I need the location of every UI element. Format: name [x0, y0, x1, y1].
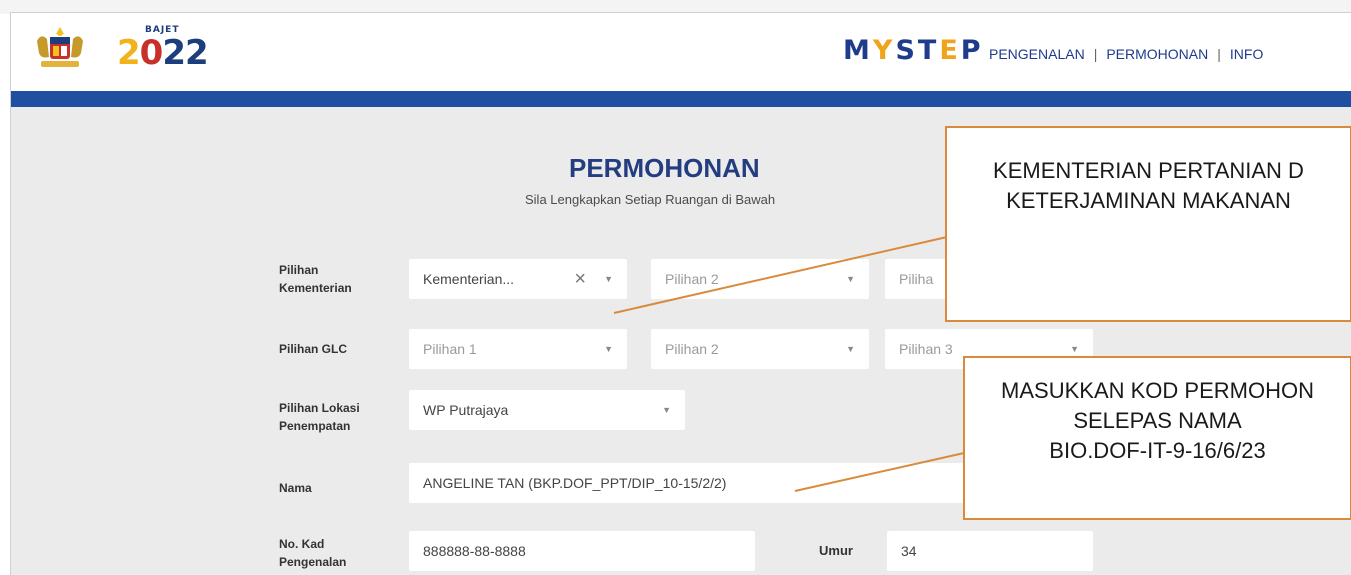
code-connector-line [794, 450, 974, 492]
browser-frame: BAJET 2022 MYSTEP PENGENALAN | PERMOHONAN |… [10, 12, 1351, 575]
ministry-callout-line: KETERJAMINAN MAKANAN [1006, 188, 1291, 213]
ministry-callout: KEMENTERIAN PERTANIAN D KETERJAMINAN MAK… [945, 126, 1351, 322]
code-callout-line: BIO.DOF-IT-9-16/6/23 [1049, 438, 1266, 463]
ministry-callout-line: KEMENTERIAN PERTANIAN D [993, 158, 1304, 183]
code-callout: MASUKKAN KOD PERMOHON SELEPAS NAMA BIO.D… [963, 356, 1351, 520]
ministry-connector-line [613, 236, 948, 314]
code-callout-line: MASUKKAN KOD PERMOHON [1001, 378, 1314, 403]
code-callout-line: SELEPAS NAMA [1073, 408, 1242, 433]
